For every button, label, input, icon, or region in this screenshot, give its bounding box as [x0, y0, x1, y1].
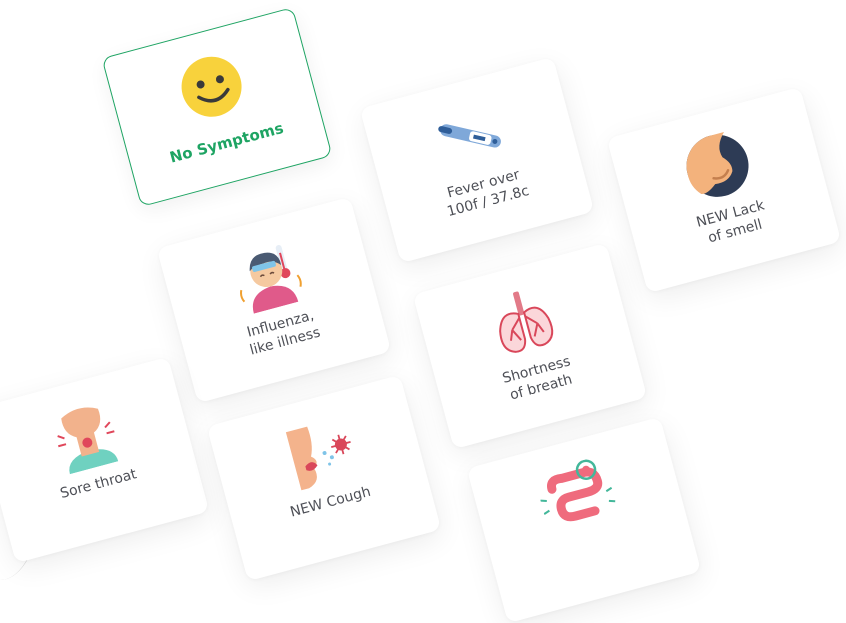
symptom-label: No Symptoms: [167, 118, 286, 167]
symptom-card-shortness-of-breath[interactable]: Shortness of breath: [412, 242, 648, 450]
symptom-card-fever[interactable]: Fever over 100f / 37.8c: [359, 56, 595, 264]
symptom-card-influenza[interactable]: Influenza, like illness: [156, 196, 392, 404]
thermometer-icon: [426, 94, 515, 177]
sick-person-icon: [223, 234, 312, 317]
cough-icon: [273, 412, 362, 495]
symptom-card-no-symptoms[interactable]: No Symptoms: [101, 7, 333, 207]
symptom-card-digestive[interactable]: [466, 416, 702, 623]
symptom-card-lack-of-smell[interactable]: NEW Lack of smell: [606, 86, 842, 294]
symptom-card-sore-throat[interactable]: Sore throat: [0, 356, 210, 564]
symptom-card-new-cough[interactable]: NEW Cough: [206, 374, 442, 582]
smiley-face-icon: [167, 45, 256, 128]
nose-icon: [673, 124, 762, 207]
lungs-icon: [479, 280, 568, 363]
intestines-icon: [533, 454, 622, 537]
sore-throat-icon: [41, 394, 130, 477]
